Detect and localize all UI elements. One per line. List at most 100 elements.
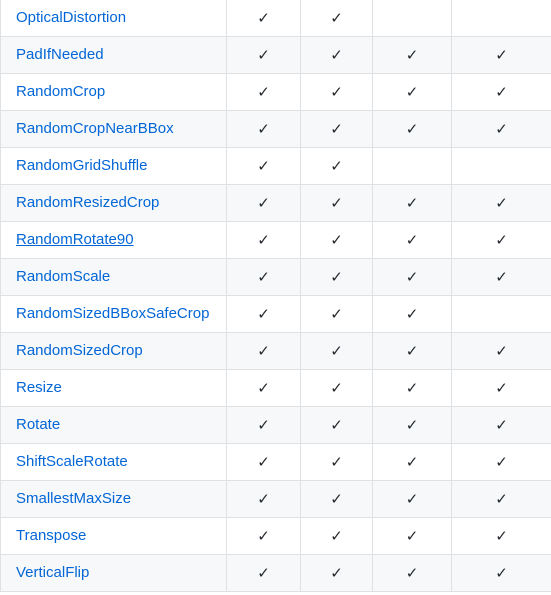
table-row: PadIfNeeded ✓ ✓ ✓ ✓ <box>0 36 551 74</box>
support-cell-target-4: ✓ <box>451 36 551 74</box>
transforms-support-table: OpticalDistortion ✓ ✓ PadIfNeeded ✓ ✓ ✓ ✓ Random… <box>0 0 551 592</box>
support-cell-target-1: ✓ <box>226 36 301 74</box>
support-cell-target-2: ✓ <box>300 258 373 296</box>
transform-link[interactable]: RandomRotate90 <box>16 231 134 248</box>
checkmark-icon: ✓ <box>257 9 270 27</box>
transform-name-cell: RandomScale <box>0 258 227 296</box>
transform-link[interactable]: SmallestMaxSize <box>16 490 131 507</box>
table-row: VerticalFlip ✓ ✓ ✓ ✓ <box>0 554 551 592</box>
checkmark-icon: ✓ <box>257 194 270 212</box>
transform-name-cell: RandomGridShuffle <box>0 147 227 185</box>
transform-name-cell: SmallestMaxSize <box>0 480 227 518</box>
transform-link[interactable]: Transpose <box>16 527 86 544</box>
support-cell-target-3: ✓ <box>372 369 452 407</box>
checkmark-icon: ✓ <box>405 453 419 471</box>
checkmark-icon: ✓ <box>330 564 343 582</box>
table-row: SmallestMaxSize ✓ ✓ ✓ ✓ <box>0 480 551 518</box>
transform-link[interactable]: RandomSizedCrop <box>16 342 143 359</box>
transform-link[interactable]: OpticalDistortion <box>16 9 126 26</box>
support-cell-target-4: ✓ <box>451 221 551 259</box>
transform-name-cell: ShiftScaleRotate <box>0 443 227 481</box>
support-cell-target-4: ✓ <box>451 110 551 148</box>
transform-name-cell: OpticalDistortion <box>0 0 227 37</box>
checkmark-icon: ✓ <box>495 268 508 286</box>
table-row: RandomRotate90 ✓ ✓ ✓ ✓ <box>0 221 551 259</box>
checkmark-icon: ✓ <box>330 83 343 101</box>
table-row: OpticalDistortion ✓ ✓ <box>0 0 551 37</box>
support-cell-target-1: ✓ <box>226 332 301 370</box>
support-cell-target-2: ✓ <box>300 406 373 444</box>
checkmark-icon: ✓ <box>330 527 343 545</box>
checkmark-icon: ✓ <box>330 120 343 138</box>
transform-link[interactable]: RandomCrop <box>16 83 105 100</box>
checkmark-icon: ✓ <box>257 120 270 138</box>
checkmark-icon: ✓ <box>330 157 343 175</box>
support-cell-target-4: ✓ <box>451 184 551 222</box>
support-cell-target-3: ✓ <box>372 480 452 518</box>
support-cell-target-1: ✓ <box>226 369 301 407</box>
table-row: Rotate ✓ ✓ ✓ ✓ <box>0 406 551 444</box>
checkmark-icon: ✓ <box>405 305 419 323</box>
transform-link[interactable]: ShiftScaleRotate <box>16 453 128 470</box>
checkmark-icon: ✓ <box>330 342 343 360</box>
table-row: ShiftScaleRotate ✓ ✓ ✓ ✓ <box>0 443 551 481</box>
support-cell-target-3: ✓ <box>372 184 452 222</box>
transform-name-cell: RandomSizedBBoxSafeCrop <box>0 295 227 333</box>
support-cell-target-1: ✓ <box>226 554 301 592</box>
support-cell-target-3: ✓ <box>372 443 452 481</box>
support-cell-target-2: ✓ <box>300 110 373 148</box>
checkmark-icon: ✓ <box>495 342 508 360</box>
checkmark-icon: ✓ <box>495 490 508 508</box>
transform-name-cell: RandomCrop <box>0 73 227 111</box>
support-cell-target-2: ✓ <box>300 36 373 74</box>
transform-link[interactable]: RandomSizedBBoxSafeCrop <box>16 305 209 322</box>
support-cell-target-3: ✓ <box>372 110 452 148</box>
support-cell-target-1: ✓ <box>226 73 301 111</box>
support-cell-target-2: ✓ <box>300 221 373 259</box>
checkmark-icon: ✓ <box>330 9 343 27</box>
transform-link[interactable]: RandomScale <box>16 268 110 285</box>
support-cell-target-1: ✓ <box>226 295 301 333</box>
transform-name-cell: RandomCropNearBBox <box>0 110 227 148</box>
support-cell-target-3: ✓ <box>372 332 452 370</box>
support-cell-target-3: ✓ <box>372 554 452 592</box>
table-row: RandomCrop ✓ ✓ ✓ ✓ <box>0 73 551 111</box>
checkmark-icon: ✓ <box>405 83 419 101</box>
transform-link[interactable]: Resize <box>16 379 62 396</box>
checkmark-icon: ✓ <box>257 157 270 175</box>
checkmark-icon: ✓ <box>330 194 343 212</box>
support-cell-target-3: ✓ <box>372 221 452 259</box>
support-cell-target-3 <box>372 0 452 37</box>
support-cell-target-2: ✓ <box>300 73 373 111</box>
transform-name-cell: RandomSizedCrop <box>0 332 227 370</box>
checkmark-icon: ✓ <box>330 46 343 64</box>
transform-link[interactable]: RandomGridShuffle <box>16 157 147 174</box>
table-row: Transpose ✓ ✓ ✓ ✓ <box>0 517 551 555</box>
checkmark-icon: ✓ <box>495 564 508 582</box>
support-cell-target-3: ✓ <box>372 295 452 333</box>
checkmark-icon: ✓ <box>495 120 508 138</box>
support-cell-target-3: ✓ <box>372 406 452 444</box>
transform-name-cell: PadIfNeeded <box>0 36 227 74</box>
support-cell-target-2: ✓ <box>300 369 373 407</box>
checkmark-icon: ✓ <box>330 305 343 323</box>
checkmark-icon: ✓ <box>257 564 270 582</box>
support-cell-target-1: ✓ <box>226 443 301 481</box>
transforms-table-container: OpticalDistortion ✓ ✓ PadIfNeeded ✓ ✓ ✓ ✓ Random… <box>0 0 551 592</box>
checkmark-icon: ✓ <box>330 490 343 508</box>
checkmark-icon: ✓ <box>405 527 419 545</box>
transform-link[interactable]: VerticalFlip <box>16 564 89 581</box>
transform-link[interactable]: RandomResizedCrop <box>16 194 159 211</box>
transform-name-cell: Transpose <box>0 517 227 555</box>
support-cell-target-4: ✓ <box>451 443 551 481</box>
transform-link[interactable]: Rotate <box>16 416 60 433</box>
checkmark-icon: ✓ <box>257 231 270 249</box>
table-row: RandomGridShuffle ✓ ✓ <box>0 147 551 185</box>
support-cell-target-4: ✓ <box>451 332 551 370</box>
checkmark-icon: ✓ <box>495 194 508 212</box>
checkmark-icon: ✓ <box>495 379 508 397</box>
transform-link[interactable]: RandomCropNearBBox <box>16 120 174 137</box>
checkmark-icon: ✓ <box>495 527 508 545</box>
checkmark-icon: ✓ <box>257 342 270 360</box>
transform-link[interactable]: PadIfNeeded <box>16 46 104 63</box>
